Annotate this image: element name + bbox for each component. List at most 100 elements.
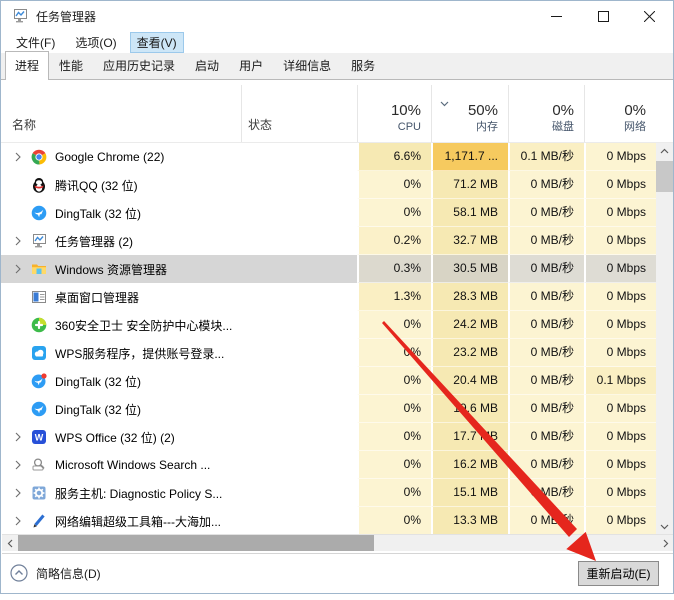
process-name: DingTalk (32 位) — [55, 402, 142, 417]
process-name: 腾讯QQ (32 位) — [55, 178, 138, 193]
network-value-cell: 0 Mbps — [584, 395, 656, 423]
horizontal-scroll-thumb[interactable] — [18, 535, 374, 551]
pencil-icon — [31, 513, 47, 529]
expand-chevron-icon[interactable] — [11, 488, 25, 498]
explorer-icon — [31, 261, 47, 277]
expand-chevron-icon[interactable] — [11, 264, 25, 274]
memory-value-cell: 15.1 MB — [431, 479, 508, 507]
expand-chevron-icon[interactable] — [11, 460, 25, 470]
disk-value-cell: 0 MB/秒 — [508, 283, 584, 311]
memory-value-cell: 32.7 MB — [431, 227, 508, 255]
disk-value-cell: 0 MB/秒 — [508, 367, 584, 395]
restart-button[interactable]: 重新启动(E) — [578, 561, 659, 586]
memory-value-cell: 17.7 MB — [431, 423, 508, 451]
column-header-name[interactable]: 名称 — [1, 85, 241, 142]
column-header-network[interactable]: 0% 网络 — [584, 85, 656, 142]
process-name-cell: 任务管理器 (2) — [1, 227, 357, 255]
cpu-value-cell: 0% — [357, 367, 431, 395]
disk-value-cell: 0 MB/秒 — [508, 451, 584, 479]
process-row[interactable]: Google Chrome (22) 6.6% 1,171.7 ... 0.1 … — [1, 143, 656, 171]
process-name-cell: Google Chrome (22) — [1, 143, 357, 171]
process-row[interactable]: DingTalk (32 位) 0% 58.1 MB 0 MB/秒 0 Mbps — [1, 199, 656, 227]
process-table: Google Chrome (22) 6.6% 1,171.7 ... 0.1 … — [1, 143, 656, 535]
column-header-status[interactable]: 状态 — [241, 85, 357, 142]
process-row[interactable]: W WPS Office (32 位) (2) 0% 17.7 MB 0 MB/… — [1, 423, 656, 451]
process-name: 任务管理器 (2) — [55, 234, 134, 249]
column-header-cpu[interactable]: 10% CPU — [357, 85, 431, 142]
menu-options[interactable]: 选项(O) — [68, 32, 123, 53]
close-icon[interactable] — [626, 1, 672, 31]
cpu-value-cell: 6.6% — [357, 143, 431, 171]
network-value-cell: 0 Mbps — [584, 507, 656, 535]
maximize-button[interactable] — [580, 1, 626, 31]
memory-column-label: 内存 — [476, 121, 498, 133]
process-name: 网络编辑超级工具箱---大海加... — [55, 514, 221, 529]
network-value-cell: 0 Mbps — [584, 255, 656, 283]
process-row[interactable]: Windows 资源管理器 0.3% 30.5 MB 0 MB/秒 0 Mbps — [1, 255, 656, 283]
process-row[interactable]: DingTalk (32 位) 0% 19.6 MB 0 MB/秒 0 Mbps — [1, 395, 656, 423]
expand-chevron-icon[interactable] — [11, 516, 25, 526]
vertical-scroll-thumb[interactable] — [656, 161, 673, 192]
sort-chevron-down-icon — [440, 101, 449, 107]
cpu-value-cell: 0% — [357, 171, 431, 199]
network-value-cell: 0 Mbps — [584, 283, 656, 311]
process-row[interactable]: DingTalk (32 位) 0% 20.4 MB 0 MB/秒 0.1 Mb… — [1, 367, 656, 395]
column-header-disk[interactable]: 0% 磁盘 — [508, 85, 584, 142]
process-row[interactable]: 任务管理器 (2) 0.2% 32.7 MB 0 MB/秒 0 Mbps — [1, 227, 656, 255]
expand-chevron-icon[interactable] — [11, 152, 25, 162]
disk-total-percent: 0% — [552, 102, 574, 119]
process-name-cell: DingTalk (32 位) — [1, 199, 357, 227]
qq-icon — [31, 177, 47, 193]
menu-file[interactable]: 文件(F) — [9, 32, 62, 53]
scroll-right-icon[interactable] — [657, 535, 673, 551]
tab-users[interactable]: 用户 — [229, 51, 273, 79]
scroll-left-icon[interactable] — [2, 535, 17, 551]
minimize-button[interactable] — [533, 1, 579, 31]
memory-value-cell: 28.3 MB — [431, 283, 508, 311]
disk-value-cell: 0 MB/秒 — [508, 227, 584, 255]
tab-startup[interactable]: 启动 — [185, 51, 229, 79]
network-value-cell: 0 Mbps — [584, 311, 656, 339]
tab-details[interactable]: 详细信息 — [273, 51, 341, 79]
column-header-row: 名称 状态 10% CPU 50% 内存 0% 磁盘 0% 网络 — [1, 85, 673, 143]
vertical-scrollbar[interactable] — [656, 143, 673, 534]
title-bar: 任务管理器 — [1, 1, 673, 31]
menu-bar: 文件(F) 选项(O) 查看(V) — [1, 31, 673, 53]
menu-view[interactable]: 查看(V) — [129, 31, 184, 53]
dingtalk-badge-icon — [31, 373, 47, 389]
fewer-details-toggle[interactable]: 简略信息(D) — [10, 564, 101, 582]
process-row[interactable]: WPS服务程序，提供账号登录... 0% 23.2 MB 0 MB/秒 0 Mb… — [1, 339, 656, 367]
process-row[interactable]: Microsoft Windows Search ... 0% 16.2 MB … — [1, 451, 656, 479]
tab-processes[interactable]: 进程 — [5, 51, 50, 80]
process-name: 服务主机: Diagnostic Policy S... — [55, 486, 223, 501]
tab-services[interactable]: 服务 — [341, 51, 385, 79]
process-row[interactable]: 桌面窗口管理器 1.3% 28.3 MB 0 MB/秒 0 Mbps — [1, 283, 656, 311]
expand-chevron-icon[interactable] — [11, 432, 25, 442]
disk-value-cell: 0 MB/秒 — [508, 507, 584, 535]
chrome-icon — [31, 149, 47, 165]
expand-chevron-icon[interactable] — [11, 236, 25, 246]
disk-value-cell: 0 MB/秒 — [508, 255, 584, 283]
network-value-cell: 0 Mbps — [584, 171, 656, 199]
tab-app-history[interactable]: 应用历史记录 — [93, 51, 185, 79]
horizontal-scrollbar[interactable] — [2, 534, 673, 551]
scroll-up-icon[interactable] — [656, 143, 673, 158]
memory-value-cell: 20.4 MB — [431, 367, 508, 395]
process-row[interactable]: 腾讯QQ (32 位) 0% 71.2 MB 0 MB/秒 0 Mbps — [1, 171, 656, 199]
process-name-cell: DingTalk (32 位) — [1, 367, 357, 395]
process-name-cell: Windows 资源管理器 — [1, 255, 357, 283]
process-row[interactable]: 360安全卫士 安全防护中心模块... 0% 24.2 MB 0 MB/秒 0 … — [1, 311, 656, 339]
network-value-cell: 0 Mbps — [584, 423, 656, 451]
process-row[interactable]: 网络编辑超级工具箱---大海加... 0% 13.3 MB 0 MB/秒 0 M… — [1, 507, 656, 535]
cpu-value-cell: 0% — [357, 479, 431, 507]
scroll-down-icon[interactable] — [656, 519, 673, 534]
process-name: 桌面窗口管理器 — [55, 290, 140, 305]
process-row[interactable]: 服务主机: Diagnostic Policy S... 0% 15.1 MB … — [1, 479, 656, 507]
disk-value-cell: 0 MB/秒 — [508, 339, 584, 367]
taskmgr-icon — [31, 233, 47, 249]
tab-performance[interactable]: 性能 — [49, 51, 93, 79]
cpu-total-percent: 10% — [390, 102, 421, 119]
memory-value-cell: 13.3 MB — [431, 507, 508, 535]
network-value-cell: 0 Mbps — [584, 339, 656, 367]
column-header-memory[interactable]: 50% 内存 — [431, 85, 508, 142]
